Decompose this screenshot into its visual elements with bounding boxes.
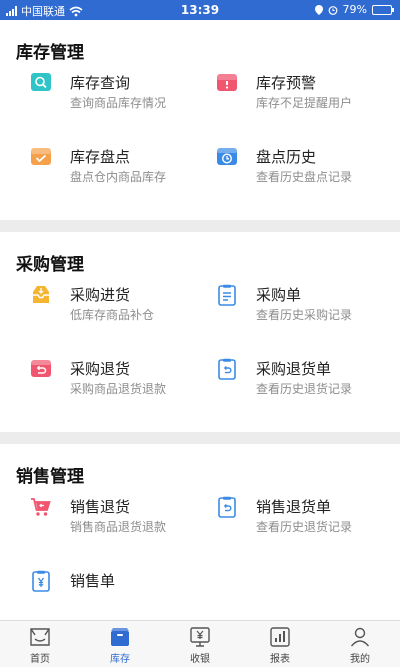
battery-icon	[372, 4, 394, 15]
item-title: 库存查询	[70, 74, 131, 92]
purchase-order-item[interactable]: 采购单 查看历史采购记录	[200, 284, 400, 358]
inventory-count-item[interactable]: 库存盘点 盘点仓内商品库存	[0, 146, 200, 220]
tab-reports[interactable]: 报表	[240, 621, 320, 667]
item-desc: 低库存商品补仓	[70, 308, 155, 322]
item-title: 销售退货单	[256, 498, 332, 516]
item-desc: 查看历史退货记录	[256, 382, 353, 396]
tab-profile[interactable]: 我的	[320, 621, 400, 667]
sales-order-item[interactable]: 销售单	[0, 570, 200, 620]
cashier-icon	[190, 627, 210, 647]
return-clipboard-icon	[218, 496, 236, 518]
battery-percent: 79%	[342, 3, 367, 16]
inbox-icon	[33, 286, 49, 303]
purchase-grid: 采购进货 低库存商品补仓 采购单 查看历史采购记录 采购退货 采购商品退货退款 …	[0, 284, 400, 432]
count-history-item[interactable]: 盘点历史 查看历史盘点记录	[200, 146, 400, 220]
cart-icon	[31, 498, 51, 516]
item-desc: 库存不足提醒用户	[256, 96, 353, 110]
item-title: 采购单	[256, 286, 302, 304]
inventory-grid: 库存查询 查询商品库存情况 库存预警 库存不足提醒用户 库存盘点 盘点仓内商品库…	[0, 72, 400, 220]
status-right: 79%	[314, 3, 394, 16]
return-clipboard-icon	[218, 358, 236, 380]
sales-grid: 销售退货 销售商品退货退款 销售退货单 查看历史退货记录 销售单	[0, 496, 400, 620]
tab-inventory[interactable]: 库存	[80, 621, 160, 667]
tab-cashier[interactable]: 收银	[160, 621, 240, 667]
purchase-return-order-item[interactable]: 采购退货单 查看历史退货记录	[200, 358, 400, 432]
inventory-alert-item[interactable]: 库存预警 库存不足提醒用户	[200, 72, 400, 146]
alert-box-icon	[217, 74, 237, 91]
item-title: 销售退货	[70, 498, 131, 516]
tab-label: 库存	[110, 654, 130, 665]
section-divider	[0, 432, 400, 444]
box-icon	[111, 628, 129, 646]
item-desc: 盘点仓内商品库存	[70, 170, 167, 184]
status-bar: 中国联通 13:39 79%	[0, 0, 400, 20]
chart-icon	[270, 627, 290, 647]
item-desc: 销售商品退货退款	[70, 520, 167, 534]
item-desc: 查看历史盘点记录	[256, 170, 353, 184]
section-title-sales: 销售管理	[16, 467, 84, 487]
search-icon	[31, 73, 51, 91]
item-desc: 查询商品库存情况	[70, 96, 167, 110]
inventory-query-item[interactable]: 库存查询 查询商品库存情况	[0, 72, 200, 146]
section-divider	[0, 220, 400, 232]
sales-section: 销售管理 销售退货 销售商品退货退款 销售退货单 查看历史退货记录 销售单	[0, 444, 400, 620]
purchase-section: 采购管理 采购进货 低库存商品补仓 采购单 查看历史采购记录 采购退货 采购商品…	[0, 232, 400, 432]
item-title: 采购退货单	[256, 360, 332, 378]
user-icon	[350, 627, 370, 647]
item-title: 销售单	[70, 572, 116, 590]
purchase-return-item[interactable]: 采购退货 采购商品退货退款	[0, 358, 200, 432]
item-desc: 查看历史采购记录	[256, 308, 353, 322]
item-desc: 查看历史退货记录	[256, 520, 353, 534]
bottom-tab-bar: 首页 库存 收银 报表 我的	[0, 620, 400, 667]
item-title: 盘点历史	[256, 148, 317, 166]
history-icon	[217, 148, 237, 165]
tab-label: 首页	[30, 654, 50, 665]
location-icon	[314, 4, 323, 15]
tab-label: 报表	[270, 654, 290, 665]
return-icon	[31, 360, 51, 377]
item-title: 采购退货	[70, 360, 131, 378]
item-title: 库存预警	[256, 74, 317, 92]
check-box-icon	[31, 148, 51, 165]
main-content: 库存管理 库存查询 查询商品库存情况 库存预警 库存不足提醒用户 库存盘点 盘点…	[0, 20, 400, 620]
clipboard-icon	[218, 284, 236, 306]
tab-home[interactable]: 首页	[0, 621, 80, 667]
item-desc: 采购商品退货退款	[70, 382, 167, 396]
alarm-icon	[328, 5, 337, 15]
sales-return-order-item[interactable]: 销售退货单 查看历史退货记录	[200, 496, 400, 570]
yen-clipboard-icon	[32, 570, 50, 592]
sales-return-item[interactable]: 销售退货 销售商品退货退款	[0, 496, 200, 570]
home-icon	[30, 628, 50, 646]
section-title-inventory: 库存管理	[16, 43, 84, 63]
tab-label: 我的	[350, 654, 370, 665]
item-title: 采购进货	[70, 286, 131, 304]
tab-label: 收银	[190, 654, 210, 665]
inventory-section: 库存管理 库存查询 查询商品库存情况 库存预警 库存不足提醒用户 库存盘点 盘点…	[0, 20, 400, 220]
item-title: 库存盘点	[70, 148, 131, 166]
section-title-purchase: 采购管理	[16, 255, 84, 275]
purchase-restock-item[interactable]: 采购进货 低库存商品补仓	[0, 284, 200, 358]
